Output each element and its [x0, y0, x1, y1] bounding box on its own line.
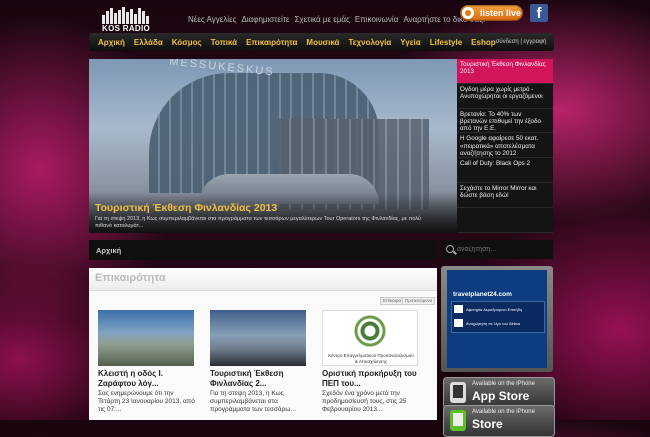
- news-section: Επικαιρότητα Επίκαιρα Προτεινόμενα Κλεισ…: [89, 268, 437, 420]
- headline-item[interactable]: Όγδοη μέρα χωρίς μετρό - Ανυποχώρητοι οι…: [457, 84, 553, 109]
- news-card[interactable]: Κλειστή η οδός Ι. Ζαράφτου λόγ... Σας εν…: [98, 310, 196, 414]
- news-card-title[interactable]: Οριστική προκήρυξη του ΠΕΠ του...: [322, 369, 420, 389]
- search-input[interactable]: [457, 243, 547, 255]
- logo-text: KOS RADIO: [102, 24, 151, 33]
- news-card-desc: Σας ενημερώνουμε ότι την Τετάρτη 23 Ιανο…: [98, 390, 195, 413]
- news-card-title[interactable]: Τουριστική Έκθεση Φινλανδίας 2...: [210, 369, 308, 389]
- top-link-contact[interactable]: Επικοινωνία: [355, 15, 398, 24]
- news-card-title[interactable]: Κλειστή η οδός Ι. Ζαράφτου λόγ...: [98, 369, 196, 389]
- headline-item[interactable]: Call of Duty: Black Ops 2: [457, 158, 553, 183]
- iphone-icon: [450, 382, 466, 403]
- nav-item-news[interactable]: Επικαιρότητα: [246, 38, 297, 47]
- equalizer-icon: [102, 7, 149, 24]
- news-card-desc: Σχεδόν ένα χρόνο μετά την προδημοσίευσή …: [322, 390, 407, 413]
- headline-item[interactable]: Βρετανία: Το 40% των βρετανών επιθυμεί τ…: [457, 109, 553, 134]
- news-card[interactable]: Τουριστική Έκθεση Φινλανδίας 2... Για τη…: [210, 310, 308, 414]
- breadcrumb-home[interactable]: Αρχική: [96, 246, 121, 255]
- headline-item-spare: [457, 208, 553, 233]
- nav-item-technology[interactable]: Τεχνολογία: [348, 38, 391, 47]
- site-logo[interactable]: KOS RADIO: [102, 7, 158, 33]
- news-card-image[interactable]: Κέντρο Επαγγελματικού Προσανατολισμού & …: [322, 310, 418, 366]
- compass-logo-icon: [353, 314, 387, 348]
- slider-headlines: Τουριστική Έκθεση Φινλανδίας 2013 Όγδοη …: [457, 59, 553, 233]
- sort-featured-button[interactable]: Προτεινόμενα: [402, 297, 436, 305]
- main-nav: Αρχική Ελλάδα Κόσμος Τοπικά Επικαιρότητα…: [89, 33, 554, 51]
- breadcrumb: Αρχική: [89, 240, 437, 260]
- search-icon[interactable]: [446, 245, 454, 253]
- speaker-icon: [462, 7, 474, 19]
- nav-item-music[interactable]: Μουσικά: [306, 38, 339, 47]
- headline-item[interactable]: Η Google αφαίρεσε 50 εκατ. «πειρατικά» α…: [457, 133, 553, 159]
- top-link-advertise[interactable]: Διαφημιστείτε: [242, 15, 290, 24]
- android-icon: [450, 410, 466, 431]
- nav-item-eshop[interactable]: Eshop: [471, 38, 495, 47]
- top-links: Νέες Αγγελίες Διαφημιστείτε Σχετικά με ε…: [188, 15, 485, 24]
- nav-item-greece[interactable]: Ελλάδα: [134, 38, 163, 47]
- app-store-main: App Store: [472, 389, 530, 403]
- sign-line: Αφετηρία Αεροδρομιού Επιτήδη: [466, 307, 523, 312]
- section-header: Επικαιρότητα: [89, 268, 437, 291]
- news-card-desc: Για τη στεψη 2013, η Κως συμπεριλαμβάνετ…: [210, 390, 296, 413]
- store-top: Available on the iPhone: [472, 409, 535, 415]
- section-title: Επικαιρότητα: [95, 272, 166, 284]
- nav-item-home[interactable]: Αρχική: [98, 38, 125, 47]
- nav-item-lifestyle[interactable]: Lifestyle: [430, 38, 462, 47]
- top-link-about[interactable]: Σχετικά με εμάς: [294, 15, 349, 24]
- plane-icon: [454, 319, 463, 327]
- news-card[interactable]: Κέντρο Επαγγελματικού Προσανατολισμού & …: [322, 310, 420, 414]
- nav-item-world[interactable]: Κόσμος: [172, 38, 202, 47]
- nav-item-local[interactable]: Τοπικά: [211, 38, 237, 47]
- listen-live-button[interactable]: listen live: [460, 5, 523, 21]
- slide-caption[interactable]: Τουριστική Έκθεση Φινλανδίας 2013: [95, 202, 277, 214]
- org-logo-text: Κέντρο Επαγγελματικού Προσανατολισμού & …: [328, 353, 414, 364]
- headline-item[interactable]: Σεχάστε το Mirror Mirror και δώστε βάση …: [457, 183, 553, 208]
- facebook-icon[interactable]: f: [530, 4, 548, 22]
- sort-current-button[interactable]: Επίκαιρα: [380, 297, 405, 305]
- app-store-top: Available on the iPhone: [472, 381, 535, 387]
- store-main: Store: [472, 417, 503, 431]
- travel-ad-banner[interactable]: travelplanet24.com Αφετηρία Αεροδρομιού …: [441, 266, 553, 372]
- search-box: [441, 240, 553, 259]
- travel-ad-url[interactable]: travelplanet24.com: [453, 291, 512, 298]
- sign-line: Αναχώρηση σε λίγο του Airbus: [466, 321, 521, 326]
- login-register-link[interactable]: σύνδεση | εγγραφή: [496, 39, 547, 45]
- plane-icon: [454, 305, 463, 313]
- news-card-image[interactable]: [210, 310, 306, 366]
- top-link-ads[interactable]: Νέες Αγγελίες: [188, 15, 237, 24]
- featured-slider[interactable]: MESSUKESKUS Τουριστική Έκθεση Φινλανδίας…: [89, 59, 457, 233]
- airport-sign: Αφετηρία Αεροδρομιού Επιτήδη Αναχώρηση σ…: [451, 301, 545, 333]
- listen-live-label: listen live: [480, 8, 522, 18]
- slide-summary: Για τη στεψη 2013, η Κως συμπεριλαμβάνετ…: [95, 216, 421, 229]
- headline-item[interactable]: Τουριστική Έκθεση Φινλανδίας 2013: [457, 59, 553, 84]
- nav-item-health[interactable]: Υγεία: [400, 38, 420, 47]
- news-card-image[interactable]: [98, 310, 194, 366]
- android-store-button[interactable]: Available on the iPhone Store: [443, 405, 555, 437]
